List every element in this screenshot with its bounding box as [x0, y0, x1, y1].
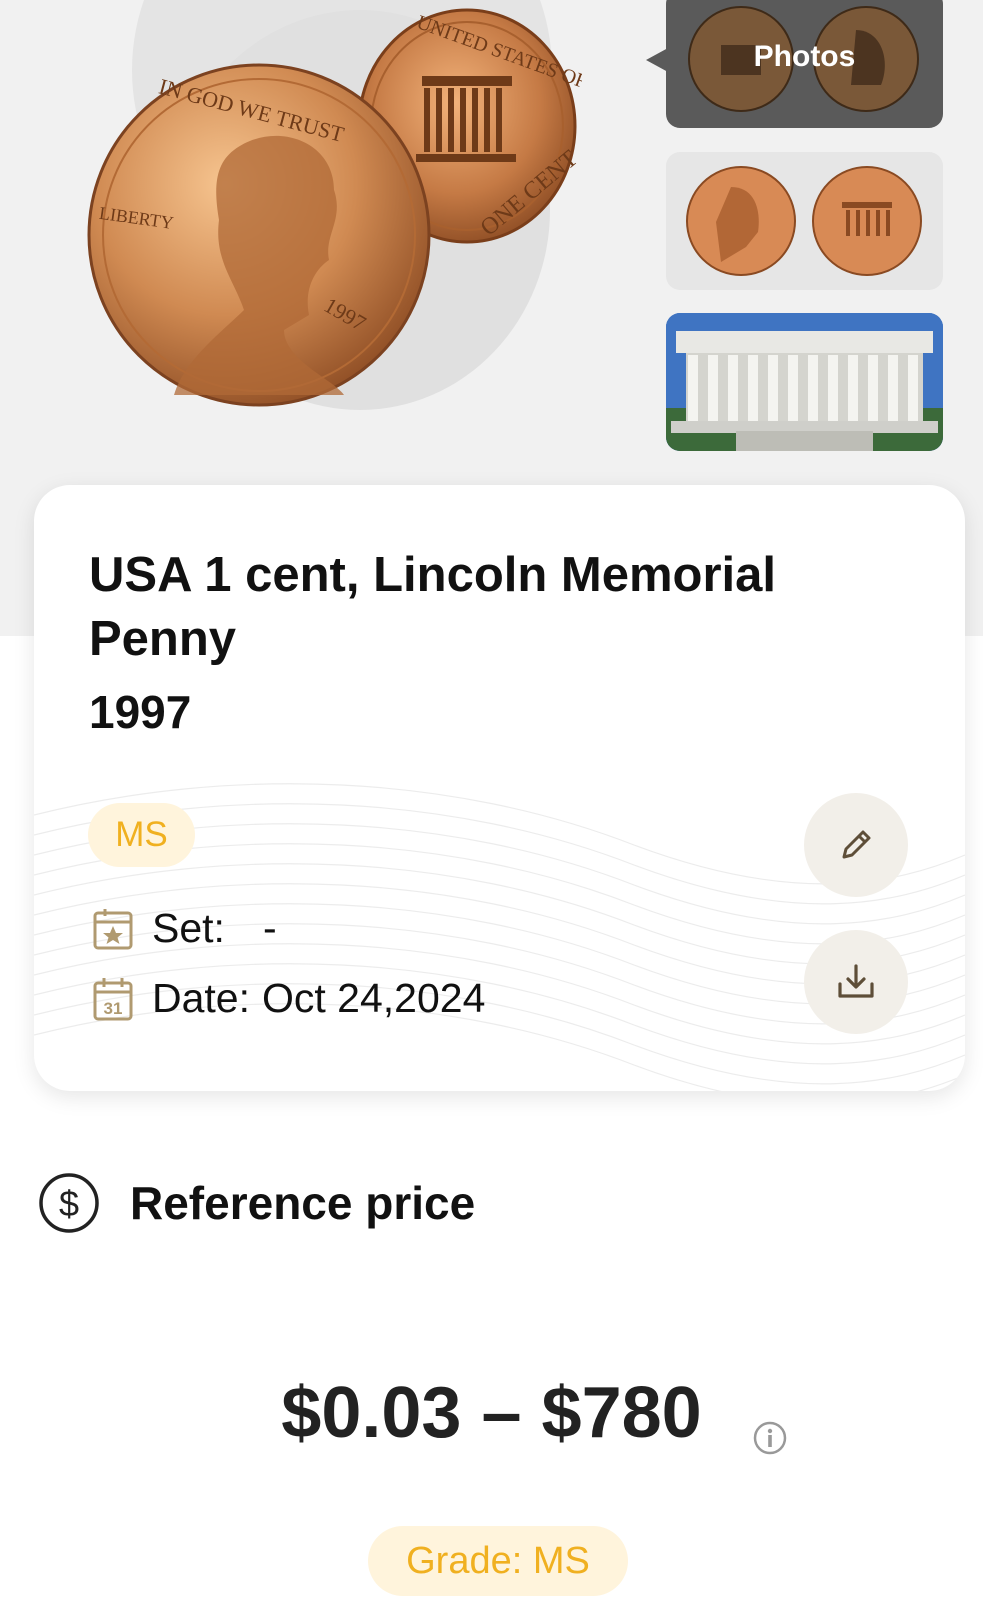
coin-title: USA 1 cent, Lincoln Memorial Penny — [89, 548, 777, 666]
coin-pair-thumbnail — [686, 166, 922, 276]
photos-label: Photos — [753, 40, 856, 73]
thumbnail-lincoln-memorial[interactable] — [666, 313, 943, 451]
date-label: Date: — [152, 975, 250, 1021]
reference-price-label: Reference price — [130, 1177, 476, 1229]
set-row: Set: - — [92, 905, 277, 952]
lincoln-memorial-image — [666, 313, 943, 451]
coin-info-card: USA 1 cent, Lincoln Memorial Penny 1997 … — [34, 485, 965, 1091]
grade-badge: MS — [88, 803, 195, 867]
pencil-icon — [842, 830, 871, 859]
reference-price-header: $ Reference price — [38, 1172, 475, 1234]
set-label: Set: — [152, 905, 225, 951]
thumbnail-photos[interactable]: Photos — [666, 0, 943, 128]
set-icon — [93, 908, 133, 949]
date-value: Oct 24,2024 — [262, 975, 486, 1021]
thumbnail-coin-pair[interactable] — [666, 152, 943, 290]
calendar-icon: 31 — [93, 977, 133, 1020]
set-value: - — [262, 905, 277, 951]
date-row: 31 Date: Oct 24,2024 — [92, 975, 485, 1022]
download-button[interactable] — [804, 930, 908, 1034]
dollar-circle-icon: $ — [39, 1173, 99, 1233]
edit-button[interactable] — [804, 793, 908, 897]
download-icon — [838, 964, 874, 998]
svg-text:31: 31 — [104, 999, 123, 1018]
price-range: $0.03 – $780 — [281, 1373, 702, 1453]
svg-text:$: $ — [59, 1183, 79, 1224]
coin-year: 1997 — [89, 686, 192, 738]
grade-pill[interactable]: Grade: MS — [368, 1526, 628, 1596]
tooltip-arrow — [646, 48, 668, 72]
coin-obverse-image[interactable]: IN GOD WE TRUST LIBERTY 1997 — [84, 60, 434, 410]
info-icon[interactable] — [752, 1420, 788, 1456]
